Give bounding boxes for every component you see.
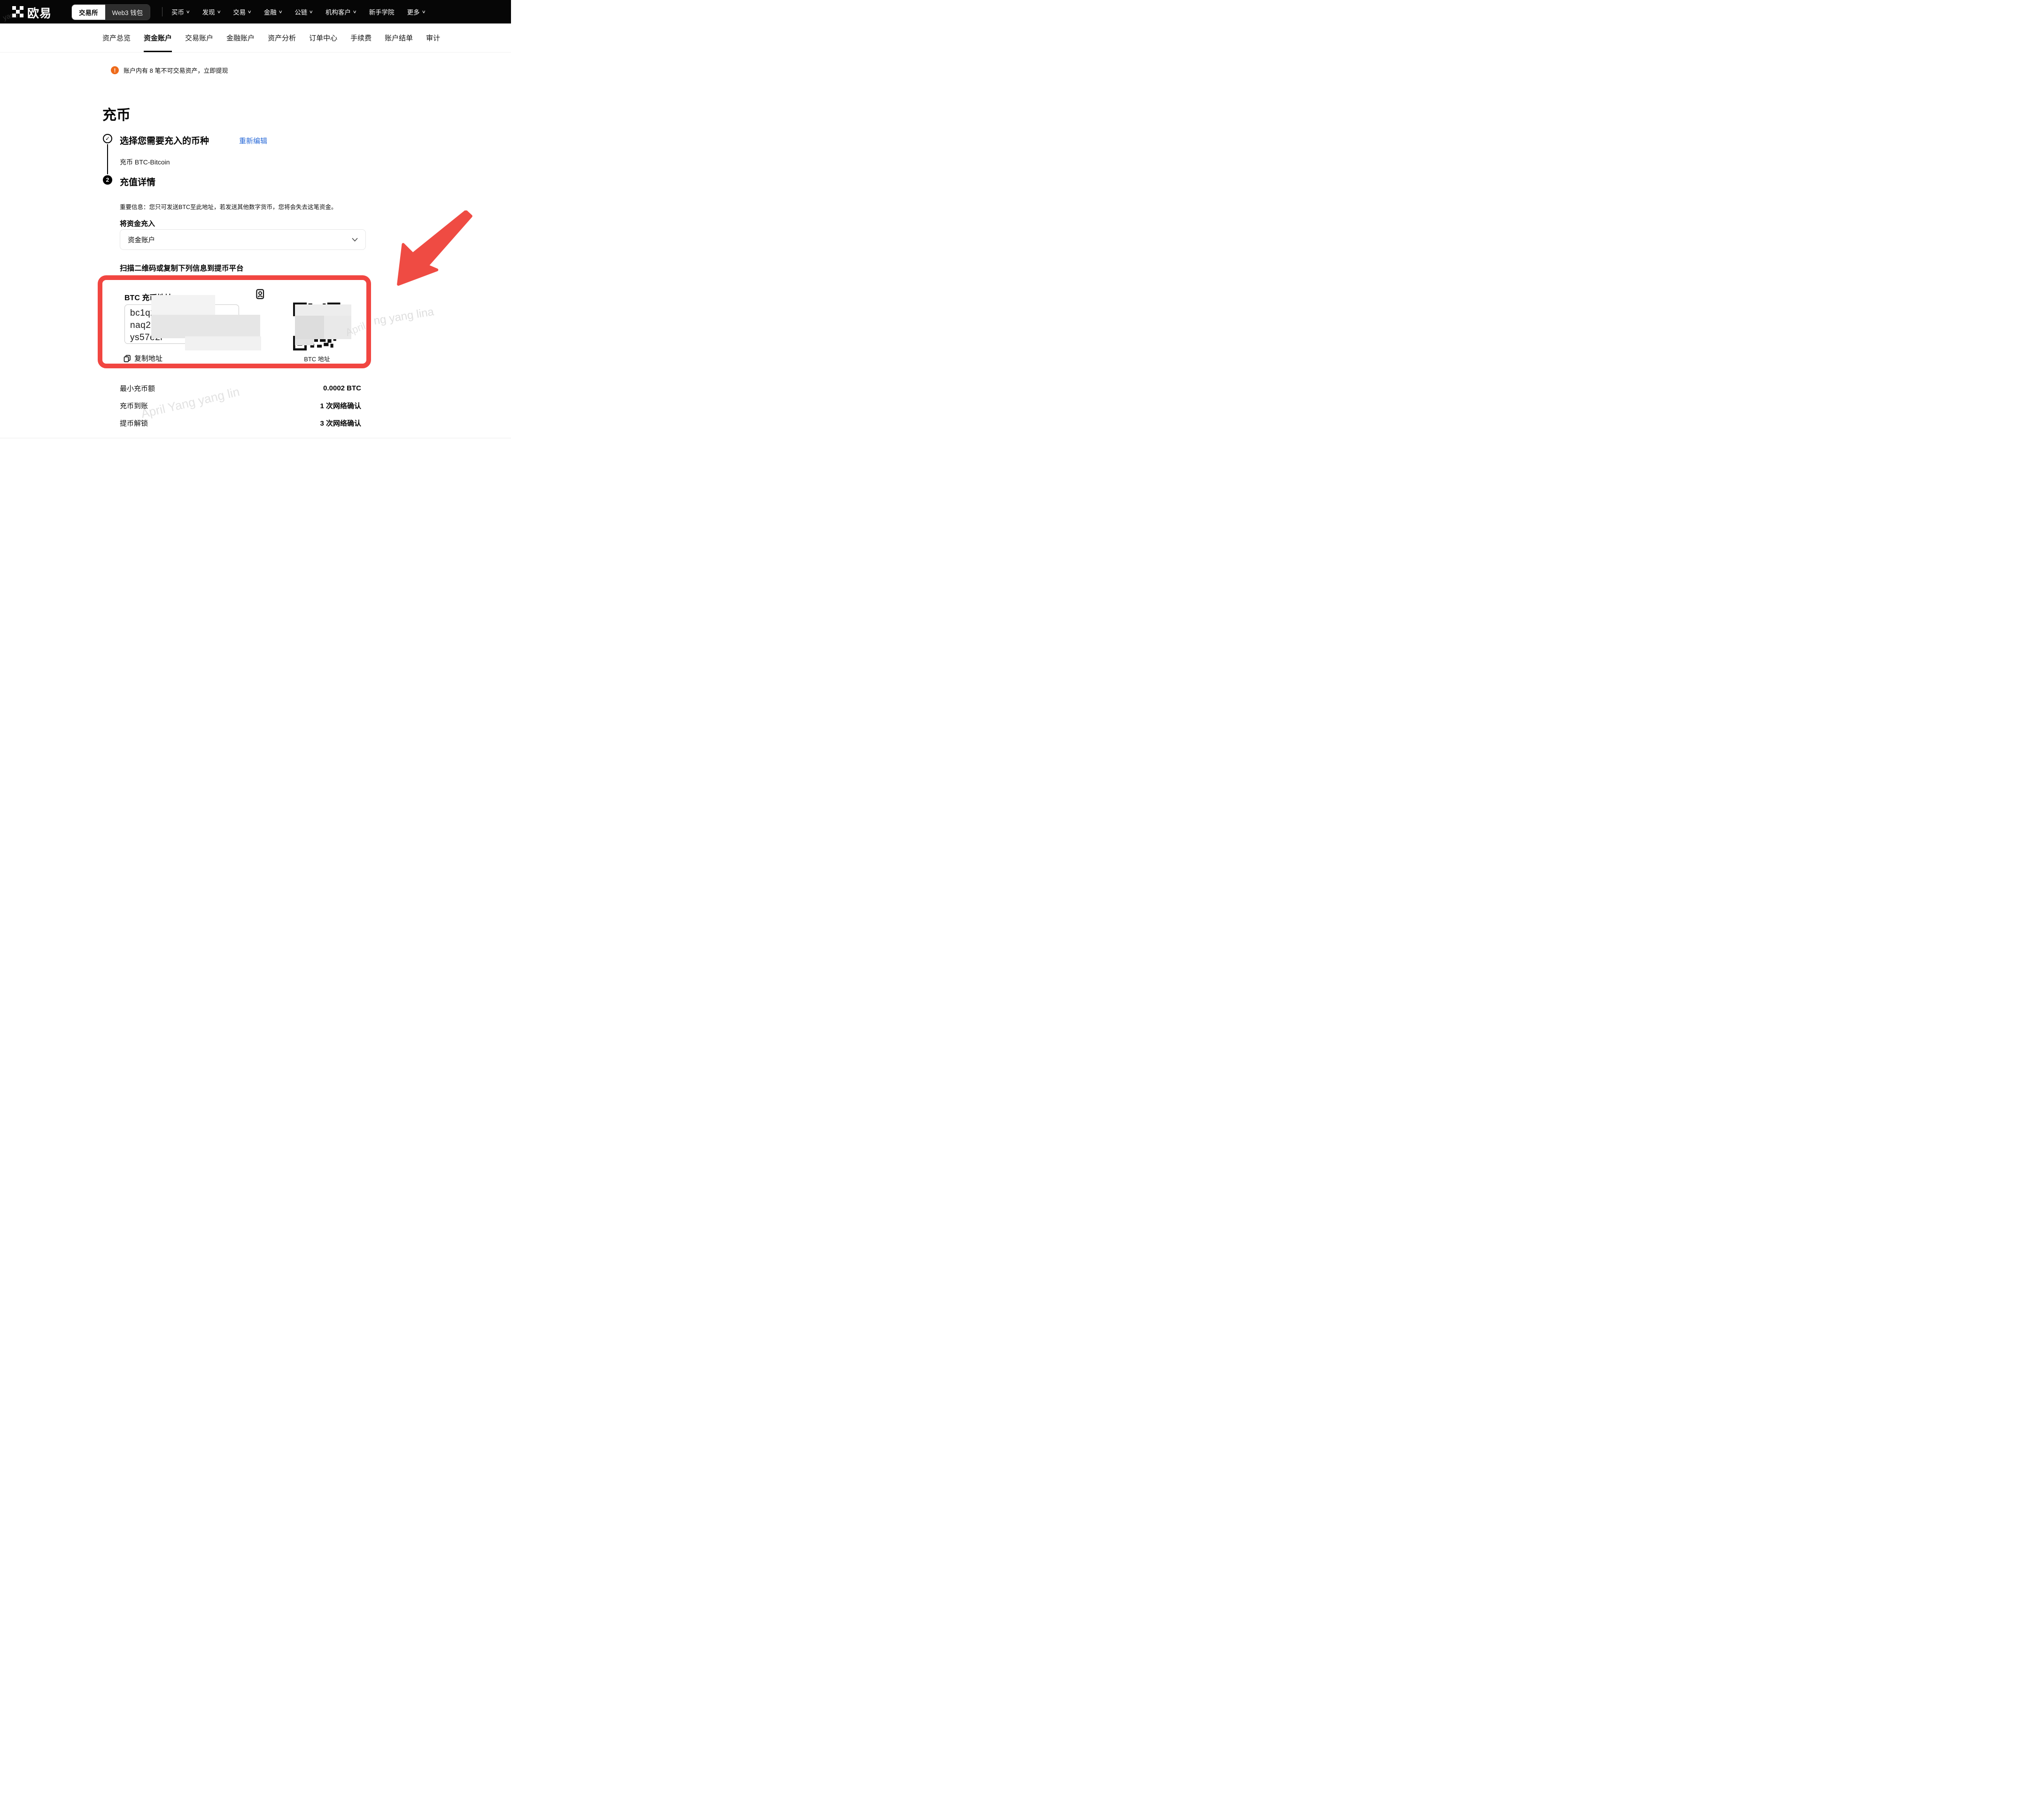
deposit-details: 最小充币额 0.0002 BTC 充币到账 1 次网络确认 提币解锁 3 次网络…: [120, 383, 361, 435]
copy-icon: [124, 355, 131, 362]
detail-label: 提币解锁: [120, 418, 148, 428]
tab-finance-account[interactable]: 金融账户: [226, 23, 255, 52]
account-tabbar: 资产总览 资金账户 交易账户 金融账户 资产分析 订单中心 手续费 账户结单 审…: [0, 23, 511, 53]
tab-trading-account[interactable]: 交易账户: [185, 23, 213, 52]
warning-text: 账户内有 8 笔不可交易资产，立即提现: [124, 66, 228, 75]
top-nav: 欧易 交易所 Web3 钱包 买币∨ 发现∨ 交易∨ 金融∨ 公链∨ 机构客户∨: [0, 0, 511, 23]
important-notice: 重要信息：您只可发送BTC至此地址，若发送其他数字货币，您将会失去这笔资金。: [120, 202, 337, 211]
chevron-down-icon: ∨: [248, 9, 252, 15]
detail-value: 3 次网络确认: [320, 418, 361, 428]
detail-row-min-deposit: 最小充币额 0.0002 BTC: [120, 383, 361, 393]
re-edit-link[interactable]: 重新编辑: [239, 136, 267, 146]
redaction-block: [295, 316, 324, 339]
qr-code-label: BTC 地址: [289, 354, 345, 363]
deposit-to-label: 将资金充入: [120, 218, 155, 228]
address-book-icon[interactable]: [255, 289, 265, 299]
chevron-down-icon: ∨: [217, 9, 221, 15]
copy-address-button[interactable]: 复制地址: [124, 353, 163, 363]
redaction-block: [295, 304, 351, 316]
nav-divider: [162, 7, 163, 16]
check-icon: ✓: [105, 135, 110, 142]
chevron-down-icon: ∨: [186, 9, 190, 15]
watermark: ng yang lina: [373, 305, 435, 328]
nav-item-discover[interactable]: 发现∨: [202, 7, 221, 16]
toggle-web3-wallet[interactable]: Web3 钱包: [105, 5, 150, 20]
deposit-page: 欧易 交易所 Web3 钱包 买币∨ 发现∨ 交易∨ 金融∨ 公链∨ 机构客户∨: [0, 0, 511, 451]
tab-fees[interactable]: 手续费: [350, 23, 372, 52]
redaction-block: [151, 295, 215, 317]
nav-item-finance[interactable]: 金融∨: [264, 7, 282, 16]
account-select[interactable]: 资金账户: [120, 229, 366, 250]
step2-heading: 充值详情: [120, 175, 155, 188]
tab-account-statement[interactable]: 账户结单: [385, 23, 413, 52]
toggle-exchange[interactable]: 交易所: [72, 5, 105, 20]
detail-row-deposit-arrival: 充币到账 1 次网络确认: [120, 401, 361, 410]
warning-banner: ! 账户内有 8 笔不可交易资产，立即提现: [111, 66, 228, 75]
tab-asset-overview[interactable]: 资产总览: [102, 23, 131, 52]
detail-row-withdrawal-unlock: 提币解锁 3 次网络确认: [120, 418, 361, 428]
nav-menu: 买币∨ 发现∨ 交易∨ 金融∨ 公链∨ 机构客户∨ 新手学院 更多∨: [171, 0, 425, 23]
okx-logo-icon: [12, 6, 23, 17]
chevron-down-icon: ∨: [353, 9, 357, 15]
chevron-down-icon: [352, 238, 358, 241]
chevron-down-icon: ∨: [278, 9, 282, 15]
nav-item-academy[interactable]: 新手学院: [369, 7, 395, 16]
nav-item-institutions[interactable]: 机构客户∨: [325, 7, 356, 16]
red-arrow-annotation: [391, 210, 473, 287]
selected-coin-text: 充币 BTC-Bitcoin: [120, 157, 170, 167]
nav-item-buy-crypto[interactable]: 买币∨: [171, 7, 190, 16]
account-select-value: 资金账户: [128, 235, 155, 245]
alert-icon: !: [111, 66, 119, 74]
tab-funding-account[interactable]: 资金账户: [144, 23, 172, 52]
detail-value: 1 次网络确认: [320, 401, 361, 411]
redaction-block: [151, 315, 260, 338]
copy-address-label: 复制地址: [134, 353, 163, 363]
step1-heading: 选择您需要充入的币种: [120, 134, 209, 147]
step1-check-circle: ✓: [103, 134, 112, 143]
nav-item-trade[interactable]: 交易∨: [233, 7, 251, 16]
detail-value: 0.0002 BTC: [323, 384, 361, 392]
chevron-down-icon: ∨: [421, 9, 426, 15]
detail-label: 最小充币额: [120, 383, 155, 393]
redaction-block: [324, 316, 351, 339]
tab-asset-analysis[interactable]: 资产分析: [268, 23, 296, 52]
redaction-block: [295, 339, 314, 345]
tab-audit[interactable]: 审计: [426, 23, 440, 52]
detail-label: 充币到账: [120, 401, 148, 411]
page-title: 充币: [102, 103, 131, 124]
nav-item-more[interactable]: 更多∨: [407, 7, 426, 16]
scan-instruction-heading: 扫描二维码或复制下列信息到提币平台: [120, 263, 244, 273]
brand-name: 欧易: [27, 4, 52, 21]
chevron-down-icon: ∨: [309, 9, 313, 15]
withdraw-now-link[interactable]: 立即提现: [203, 67, 228, 74]
product-toggle: 交易所 Web3 钱包: [71, 4, 150, 20]
nav-item-public-chain[interactable]: 公链∨: [294, 7, 313, 16]
tab-order-center[interactable]: 订单中心: [309, 23, 337, 52]
redaction-block: [185, 336, 261, 350]
step-connector-line: [107, 144, 108, 174]
step2-number-circle: 2: [103, 175, 112, 185]
